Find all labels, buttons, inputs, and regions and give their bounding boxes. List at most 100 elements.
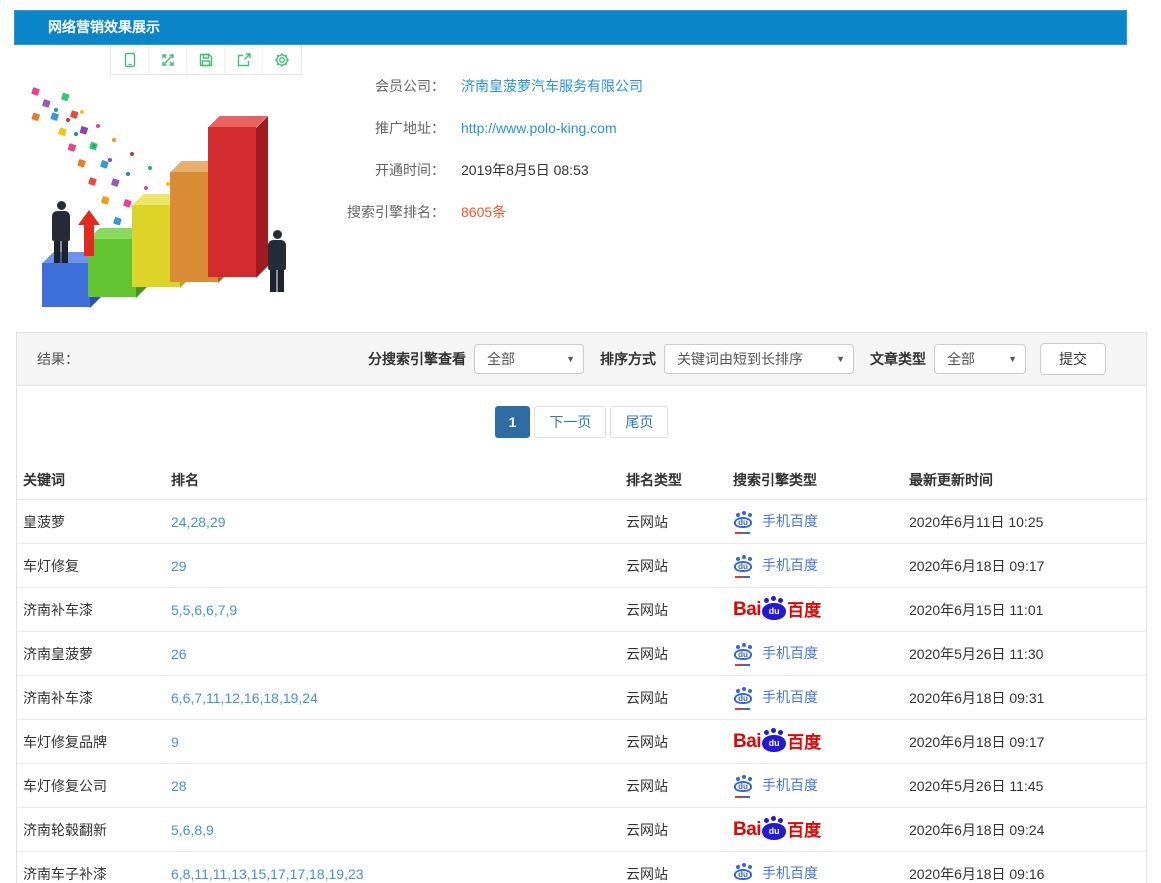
- sort-filter-select[interactable]: 关键词由短到长排序 ▼: [664, 344, 854, 374]
- mobile-baidu-label: 手机百度: [762, 775, 818, 795]
- article-filter-select[interactable]: 全部 ▼: [934, 344, 1026, 374]
- baidu-logo[interactable]: Bai du 百度: [733, 820, 821, 840]
- rank-values-link[interactable]: 28: [171, 778, 626, 794]
- updated-time-cell: 2020年5月26日 11:30: [909, 644, 1136, 664]
- engine-cell: du 手机百度: [733, 687, 909, 709]
- rank-values-link[interactable]: 26: [171, 646, 626, 662]
- keyword-cell: 车灯修复品牌: [23, 732, 171, 752]
- baidu-logo[interactable]: Bai du 百度: [733, 600, 821, 620]
- info-row-url: 推广地址： http://www.polo-king.com: [335, 107, 895, 149]
- engine-filter-group: 分搜索引擎查看 全部 ▼: [368, 344, 600, 374]
- mobile-baidu-badge[interactable]: du 手机百度: [733, 775, 818, 795]
- updated-time-cell: 2020年6月15日 11:01: [909, 600, 1136, 620]
- keyword-cell: 济南轮毂翻新: [23, 820, 171, 840]
- header-updated: 最新更新时间: [909, 470, 1136, 490]
- baidu-paw-icon: du: [733, 644, 755, 662]
- baidu-paw-icon: du: [733, 776, 755, 794]
- table-row: 皇菠萝 24,28,29 云网站 du 手机百度 2020年6月11日 10:2…: [17, 500, 1146, 544]
- company-label: 会员公司：: [335, 76, 445, 96]
- baidu-paw-icon: du: [733, 688, 755, 706]
- engine-filter-value: 全部: [487, 349, 515, 369]
- rank-type-cell: 云网站: [626, 864, 733, 883]
- baidu-logo-cn: 百度: [787, 821, 821, 840]
- rank-type-cell: 云网站: [626, 820, 733, 840]
- rank-values-link[interactable]: 6,6,7,11,12,16,18,19,24: [171, 690, 626, 706]
- baidu-paw-icon: du: [762, 823, 786, 840]
- engine-cell: du 手机百度: [733, 863, 909, 883]
- chevron-down-icon: ▼: [566, 354, 575, 364]
- growth-arrow: [78, 210, 100, 260]
- mobile-baidu-badge[interactable]: du 手机百度: [733, 863, 818, 883]
- engine-cell: Bai du 百度: [733, 820, 909, 840]
- info-row-open-time: 开通时间： 2019年8月5日 08:53: [335, 149, 895, 191]
- keyword-cell: 济南补车漆: [23, 688, 171, 708]
- fullscreen-icon[interactable]: [149, 45, 187, 74]
- chart-bar-blue: [42, 263, 90, 307]
- submit-button[interactable]: 提交: [1040, 343, 1106, 375]
- baidu-paw-icon: du: [733, 864, 755, 882]
- rank-type-cell: 云网站: [626, 644, 733, 664]
- rank-values-link[interactable]: 9: [171, 734, 626, 750]
- person-left-figure: [52, 201, 70, 263]
- page-1-button[interactable]: 1: [495, 406, 531, 438]
- confetti: [31, 87, 40, 96]
- table-body: 皇菠萝 24,28,29 云网站 du 手机百度 2020年6月11日 10:2…: [17, 500, 1146, 883]
- header-rank-type: 排名类型: [626, 470, 733, 490]
- rank-values-link[interactable]: 5,5,6,6,7,9: [171, 602, 626, 618]
- mobile-baidu-label: 手机百度: [762, 511, 818, 531]
- table-row: 车灯修复品牌 9 云网站 Bai du 百度 2020年6月18日 09:17: [17, 720, 1146, 764]
- promotion-url-link[interactable]: http://www.polo-king.com: [461, 120, 617, 136]
- settings-icon[interactable]: [263, 45, 301, 74]
- open-time-value: 2019年8月5日 08:53: [461, 160, 589, 180]
- info-row-ranking-count: 搜索引擎排名： 8605条: [335, 191, 895, 233]
- pagination: 1 下一页 尾页: [17, 406, 1146, 438]
- confetti-small: [54, 108, 58, 112]
- tablet-icon[interactable]: [111, 45, 149, 74]
- baidu-paw-icon: du: [762, 735, 786, 752]
- rank-type-cell: 云网站: [626, 776, 733, 796]
- mobile-baidu-badge[interactable]: du 手机百度: [733, 511, 818, 531]
- mobile-baidu-label: 手机百度: [762, 555, 818, 575]
- next-page-button[interactable]: 下一页: [534, 406, 606, 438]
- article-filter-label: 文章类型: [870, 349, 926, 369]
- table-header-row: 关键词 排名 排名类型 搜索引擎类型 最新更新时间: [17, 460, 1146, 500]
- mobile-baidu-label: 手机百度: [762, 687, 818, 707]
- rank-values-link[interactable]: 24,28,29: [171, 514, 626, 530]
- sort-filter-label: 排序方式: [600, 349, 656, 369]
- rank-values-link[interactable]: 5,6,8,9: [171, 822, 626, 838]
- widget-toolbar: [110, 45, 302, 75]
- ranking-table: 关键词 排名 排名类型 搜索引擎类型 最新更新时间 皇菠萝 24,28,29 云…: [17, 460, 1146, 883]
- table-row: 车灯修复 29 云网站 du 手机百度 2020年6月18日 09:17: [17, 544, 1146, 588]
- table-row: 济南皇菠萝 26 云网站 du 手机百度 2020年5月26日 11:30: [17, 632, 1146, 676]
- rank-values-link[interactable]: 6,8,11,11,13,15,17,17,18,19,23: [171, 866, 626, 882]
- mobile-baidu-badge[interactable]: du 手机百度: [733, 687, 818, 707]
- mobile-baidu-badge[interactable]: du 手机百度: [733, 643, 818, 663]
- url-label: 推广地址：: [335, 118, 445, 138]
- updated-time-cell: 2020年6月18日 09:31: [909, 688, 1136, 708]
- article-filter-value: 全部: [947, 349, 975, 369]
- filter-bar: 结果： 分搜索引擎查看 全部 ▼ 排序方式 关键词由短到长排序 ▼ 文章类型 全…: [17, 333, 1146, 386]
- rank-values-link[interactable]: 29: [171, 558, 626, 574]
- company-link[interactable]: 济南皇菠萝汽车服务有限公司: [461, 76, 643, 96]
- engine-cell: Bai du 百度: [733, 600, 909, 620]
- result-label: 结果：: [37, 349, 79, 369]
- save-icon[interactable]: [187, 45, 225, 74]
- person-right-figure: [268, 230, 286, 292]
- keyword-cell: 济南皇菠萝: [23, 644, 171, 664]
- baidu-logo[interactable]: Bai du 百度: [733, 732, 821, 752]
- updated-time-cell: 2020年5月26日 11:45: [909, 776, 1136, 796]
- results-panel: 结果： 分搜索引擎查看 全部 ▼ 排序方式 关键词由短到长排序 ▼ 文章类型 全…: [16, 332, 1147, 883]
- baidu-paw-icon: du: [762, 603, 786, 620]
- rank-type-cell: 云网站: [626, 512, 733, 532]
- engine-filter-select[interactable]: 全部 ▼: [474, 344, 584, 374]
- sort-filter-value: 关键词由短到长排序: [677, 349, 803, 369]
- mobile-baidu-badge[interactable]: du 手机百度: [733, 555, 818, 575]
- keyword-cell: 车灯修复: [23, 556, 171, 576]
- table-row: 济南补车漆 5,5,6,6,7,9 云网站 Bai du 百度 2020年6月1…: [17, 588, 1146, 632]
- engine-cell: du 手机百度: [733, 511, 909, 533]
- last-page-button[interactable]: 尾页: [610, 406, 668, 438]
- baidu-paw-icon: du: [733, 512, 755, 530]
- engine-cell: Bai du 百度: [733, 732, 909, 752]
- export-icon[interactable]: [225, 45, 263, 74]
- ranking-count-value: 8605条: [461, 202, 506, 222]
